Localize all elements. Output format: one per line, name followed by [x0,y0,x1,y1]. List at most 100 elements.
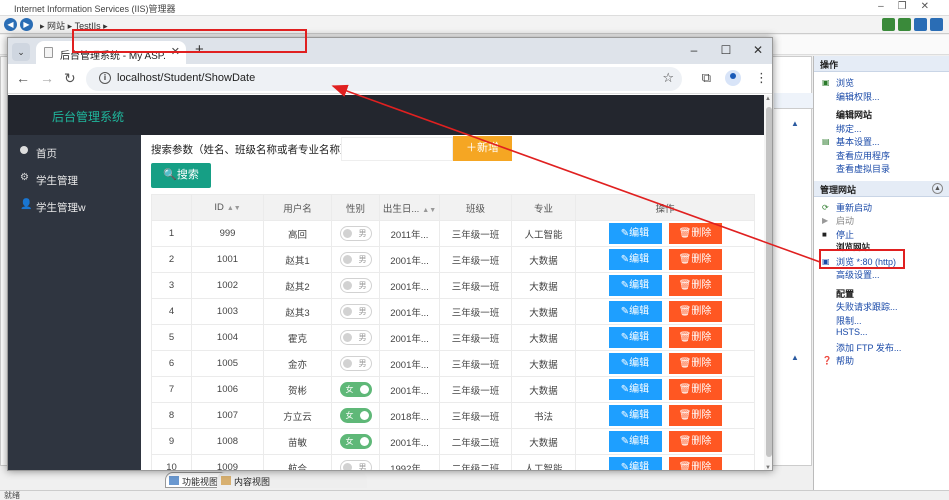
col-header-id[interactable]: ID ▲▼ [191,194,264,221]
delete-button[interactable]: 🗑删除 [668,223,722,244]
delete-button[interactable]: 🗑删除 [668,457,722,470]
site-info-icon[interactable]: i [99,72,111,84]
delete-button[interactable]: 🗑删除 [668,249,722,270]
add-button[interactable]: ＋新增 [453,136,512,161]
delete-button[interactable]: 🗑删除 [668,327,722,348]
edit-button[interactable]: ✎编辑 [608,249,662,270]
restart-icon: ⟳ [822,202,829,212]
gender-switch[interactable]: 男 [339,278,372,293]
delete-button[interactable]: 🗑删除 [668,405,722,426]
edit-button[interactable]: ✎编辑 [608,301,662,322]
gender-switch[interactable]: 男 [339,304,372,319]
action-basic-settings[interactable]: ▤ 基本设置... [814,135,949,149]
refresh-icon[interactable] [882,18,895,31]
more-menu-icon[interactable]: ⋮ [755,70,768,86]
edit-button[interactable]: ✎编辑 [608,405,662,426]
breadcrumb-item[interactable]: 网站 [47,21,65,31]
action-view-apps[interactable]: 查看应用程序 [814,149,949,163]
page-scrollbar[interactable]: ▲ ▼ [764,95,772,470]
edit-button[interactable]: ✎编辑 [608,379,662,400]
bookmark-star-icon[interactable]: ☆ [662,70,674,86]
forward-arrow-icon[interactable]: → [40,70,54,86]
profile-avatar-icon[interactable] [725,70,741,86]
extensions-icon[interactable]: ⧉ [702,70,711,86]
address-bar[interactable]: i localhost/Student/ShowDate ☆ [86,67,682,91]
collapse-icon[interactable]: ▲ [791,119,799,128]
action-help[interactable]: ❓ 帮助 [814,354,949,368]
cell-username: 金亦 [263,350,332,377]
delete-button[interactable]: 🗑删除 [668,275,722,296]
action-failed-request-tracing[interactable]: 失败请求跟踪... [814,300,949,314]
action-browse[interactable]: ▣ 浏览 [814,76,949,90]
gender-switch[interactable]: 女 [339,382,372,397]
collapse-icon[interactable]: ▲ [932,182,943,194]
sidebar-item-home[interactable]: 首页 [8,139,141,165]
gender-label: 女 [345,385,354,394]
action-bindings[interactable]: 绑定... [814,122,949,136]
cell-username: 苗敏 [263,428,332,455]
delete-button[interactable]: 🗑删除 [668,431,722,452]
maximize-icon[interactable]: ☐ [710,38,742,64]
gender-switch[interactable]: 男 [339,460,372,471]
action-stop[interactable]: ■ 停止 [814,228,949,242]
action-add-ftp[interactable]: 添加 FTP 发布... [814,341,949,355]
back-icon[interactable]: ◀ [4,18,17,31]
iis-status-bar: 就绪 [0,490,949,500]
scrollbar-thumb[interactable] [766,107,772,457]
cell-gender: 男 [331,350,380,377]
edit-button[interactable]: ✎编辑 [608,353,662,374]
cell-major: 大数据 [511,350,576,377]
edit-button[interactable]: ✎编辑 [608,327,662,348]
scroll-down-icon[interactable]: ▼ [765,465,771,470]
cell-major: 大数据 [511,376,576,403]
cell-id: 1006 [191,376,264,403]
delete-button[interactable]: 🗑删除 [668,353,722,374]
edit-button[interactable]: ✎编辑 [608,223,662,244]
forward-icon[interactable]: ▶ [20,18,33,31]
cell-username: 赵其3 [263,298,332,325]
sidebar-item-student-mgmt-w[interactable]: 👤 学生管理w [8,193,141,219]
action-advanced-settings[interactable]: 高级设置... [814,268,949,282]
col-header-birth[interactable]: 出生日... ▲▼ [379,194,440,221]
cell-class: 三年级一班 [439,220,512,247]
action-restart[interactable]: ⟳ 重新启动 [814,201,949,215]
edit-button[interactable]: ✎编辑 [608,457,662,470]
gender-switch[interactable]: 女 [339,408,372,423]
tab-content-view[interactable]: 内容视图 [217,472,367,488]
edit-button[interactable]: ✎编辑 [608,275,662,296]
help-icon[interactable] [930,18,943,31]
iis-window-controls[interactable]: –❐✕ [878,1,943,12]
gender-switch[interactable]: 男 [339,330,372,345]
gender-switch[interactable]: 女 [339,434,372,449]
action-view-vdirs[interactable]: 查看虚拟目录 [814,162,949,176]
close-icon[interactable]: ✕ [742,38,772,64]
cell-actions: ✎编辑 🗑删除 [575,298,755,325]
settings-icon: ▤ [822,137,830,146]
delete-button[interactable]: 🗑删除 [668,301,722,322]
gender-switch[interactable]: 男 [339,356,372,371]
col-header-gender: 性别 [331,194,380,221]
back-arrow-icon[interactable]: ← [16,70,30,86]
scroll-up-icon[interactable]: ▲ [765,96,771,102]
action-start[interactable]: ▶ 启动 [814,214,949,228]
group-header-strip [774,93,813,109]
gender-switch[interactable]: 男 [339,252,372,267]
action-hsts[interactable]: HSTS... [814,327,949,341]
gender-label: 男 [358,463,367,471]
reload-icon[interactable]: ↻ [64,70,76,87]
stop-icon[interactable] [898,18,911,31]
url-text[interactable]: localhost/Student/ShowDate [117,72,255,84]
search-button[interactable]: 🔍搜索 [151,163,211,188]
minimize-icon[interactable]: – [678,38,710,64]
gender-switch[interactable]: 男 [339,226,372,241]
collapse-icon[interactable]: ▲ [791,353,799,362]
edit-button[interactable]: ✎编辑 [608,431,662,452]
cell-gender: 男 [331,324,380,351]
action-edit-permissions[interactable]: 编辑权限... [814,90,949,104]
delete-button[interactable]: 🗑删除 [668,379,722,400]
tab-search-icon[interactable]: ⌄ [12,43,30,61]
home-icon[interactable] [914,18,927,31]
action-limits[interactable]: 限制... [814,314,949,328]
search-input[interactable] [341,137,453,161]
sidebar-item-student-mgmt[interactable]: ⚙ 学生管理 [8,166,141,192]
